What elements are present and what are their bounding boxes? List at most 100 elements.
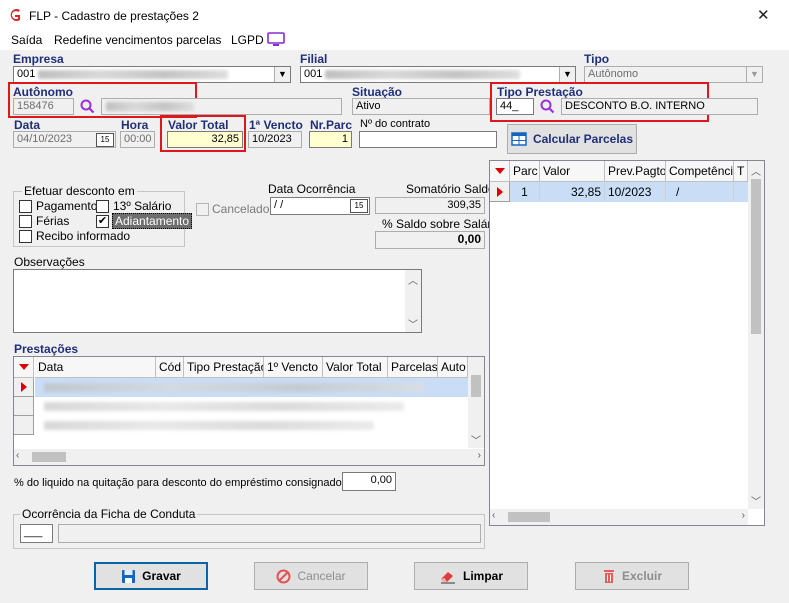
consignado-input[interactable]: 0,00 xyxy=(342,472,396,491)
sort-indicator-icon xyxy=(495,168,505,174)
cancelar-button[interactable]: Cancelar xyxy=(254,562,368,590)
menu-saida[interactable]: Saída xyxy=(11,33,42,47)
grid-corner xyxy=(14,357,34,378)
column-header-primeiro-vencto[interactable]: 1º Vencto xyxy=(264,357,323,378)
situacao-field: Ativo xyxy=(352,98,490,115)
window-title: FLP - Cadastro de prestações 2 xyxy=(29,9,199,23)
consignado-label: % do liquido na quitação para desconto d… xyxy=(14,477,342,489)
chevron-down-icon[interactable]: ﹀ xyxy=(748,493,764,508)
empresa-name-redacted xyxy=(38,70,228,79)
data-ocorrencia-label: Data Ocorrência xyxy=(268,182,356,196)
autonomo-label: Autônomo xyxy=(13,85,73,99)
ficha-conduta-description xyxy=(58,524,481,543)
observacoes-scrollbar[interactable]: ︿ ﹀ xyxy=(405,270,421,332)
cell-parc: 1 xyxy=(510,183,540,201)
prestacoes-horizontal-scrollbar[interactable]: ‹ › xyxy=(14,449,484,465)
tipo-prestacao-code-input[interactable]: 44_ xyxy=(496,98,534,115)
column-header-parc[interactable]: Parc xyxy=(510,161,540,182)
column-header-parcelas[interactable]: Parcelas xyxy=(388,357,438,378)
row-redacted xyxy=(44,383,424,392)
chevron-up-icon[interactable]: ︿ xyxy=(405,270,421,287)
pagamento-checkbox[interactable] xyxy=(19,200,32,213)
cell-prev-pagto: 10/2023 xyxy=(605,183,666,201)
row-indicator xyxy=(14,378,34,397)
adiantamento-checkbox[interactable]: ✔ xyxy=(96,215,109,228)
menu-lgpd[interactable]: LGPD xyxy=(231,33,264,47)
scrollbar-thumb[interactable] xyxy=(751,179,761,334)
excluir-button[interactable]: Excluir xyxy=(575,562,689,590)
column-header-valor-total[interactable]: Valor Total xyxy=(323,357,388,378)
search-icon[interactable] xyxy=(79,98,95,114)
close-icon[interactable]: ✕ xyxy=(757,6,770,24)
calendar-icon[interactable]: 15 xyxy=(96,133,114,147)
chevron-down-icon[interactable]: ﹀ xyxy=(468,432,484,447)
recibo-informado-checkbox[interactable] xyxy=(19,230,32,243)
chevron-down-icon[interactable]: ▼ xyxy=(559,67,575,82)
autonomo-code-input[interactable]: 158476 xyxy=(13,98,74,115)
decimo-salario-checkbox[interactable] xyxy=(96,200,109,213)
scrollbar-thumb[interactable] xyxy=(32,452,66,462)
column-header-competencia[interactable]: Competência xyxy=(666,161,734,182)
hora-field[interactable]: 00:00 xyxy=(120,131,155,148)
limpar-button[interactable]: Limpar xyxy=(414,562,528,590)
app-logo-icon xyxy=(10,9,20,21)
column-header-tipo-prestacao[interactable]: Tipo Prestação xyxy=(184,357,264,378)
ferias-checkbox[interactable] xyxy=(19,215,32,228)
chevron-down-icon[interactable]: ﹀ xyxy=(405,316,421,331)
observacoes-textarea[interactable] xyxy=(13,269,422,333)
empresa-label: Empresa xyxy=(13,52,64,66)
column-header-auto[interactable]: Auto xyxy=(438,357,468,378)
nr-parc-input[interactable]: 1 xyxy=(309,131,352,148)
parcelas-grid[interactable] xyxy=(489,160,765,526)
chevron-up-icon[interactable]: ︿ xyxy=(748,161,764,178)
column-header-data[interactable]: Data xyxy=(35,357,156,378)
current-row-icon xyxy=(21,382,27,392)
prestacoes-label: Prestações xyxy=(14,342,79,356)
primeiro-vencto-field[interactable]: 10/2023 xyxy=(248,131,302,148)
somatorio-saldo-field: 309,35 xyxy=(375,197,485,214)
row-indicator xyxy=(14,397,34,416)
saldo-salario-label: % Saldo sobre Salário xyxy=(382,217,501,231)
eraser-icon xyxy=(440,571,455,583)
parcelas-horizontal-scrollbar[interactable]: ‹ › xyxy=(490,509,748,525)
chevron-right-icon[interactable]: › xyxy=(742,510,745,521)
chevron-left-icon[interactable]: ‹ xyxy=(16,450,19,461)
chevron-down-icon[interactable]: ▼ xyxy=(274,67,290,82)
grid-corner xyxy=(490,161,510,182)
trash-icon xyxy=(603,569,614,583)
column-header-prev-pagto[interactable]: Prev.Pagto xyxy=(605,161,666,182)
row-indicator xyxy=(14,416,34,435)
monitor-icon[interactable] xyxy=(267,32,285,47)
nr-parc-label: Nr.Parc xyxy=(310,118,353,132)
save-icon xyxy=(122,569,136,583)
gravar-button[interactable]: Gravar xyxy=(94,562,208,590)
somatorio-saldo-label: Somatório Saldo xyxy=(406,182,495,196)
nr-contrato-input[interactable] xyxy=(359,131,497,148)
prestacoes-vertical-scrollbar[interactable]: ﹀ xyxy=(468,357,484,448)
calendar-icon[interactable]: 15 xyxy=(350,199,368,213)
parcelas-vertical-scrollbar[interactable]: ︿ ﹀ xyxy=(748,161,764,509)
row-redacted xyxy=(44,421,374,430)
chevron-down-icon[interactable]: ▼ xyxy=(746,67,762,82)
cancelado-checkbox[interactable] xyxy=(196,203,209,216)
cell-valor: 32,85 xyxy=(540,183,605,201)
valor-total-input[interactable]: 32,85 xyxy=(167,131,243,148)
filial-name-redacted xyxy=(325,70,520,79)
scrollbar-thumb[interactable] xyxy=(508,512,550,522)
ficha-conduta-code-input[interactable]: ___ xyxy=(20,524,53,543)
tipo-select[interactable]: Autônomo xyxy=(584,66,763,83)
column-header-valor[interactable]: Valor xyxy=(540,161,605,182)
column-header-t[interactable]: T xyxy=(734,161,748,182)
chevron-right-icon[interactable]: › xyxy=(478,450,481,461)
situacao-label: Situação xyxy=(352,85,403,99)
menu-redefine-vencimentos[interactable]: Redefine vencimentos parcelas xyxy=(54,33,221,47)
search-icon[interactable] xyxy=(539,98,555,114)
calcular-parcelas-button[interactable]: Calcular Parcelas xyxy=(507,124,637,154)
scrollbar-thumb[interactable] xyxy=(471,375,481,397)
sort-indicator-icon xyxy=(19,364,29,370)
tipo-label: Tipo xyxy=(584,52,610,66)
nr-contrato-label: Nº do contrato xyxy=(360,118,431,130)
column-header-cod[interactable]: Cód xyxy=(156,357,184,378)
chevron-left-icon[interactable]: ‹ xyxy=(492,510,495,521)
ferias-label: Férias xyxy=(36,214,70,228)
